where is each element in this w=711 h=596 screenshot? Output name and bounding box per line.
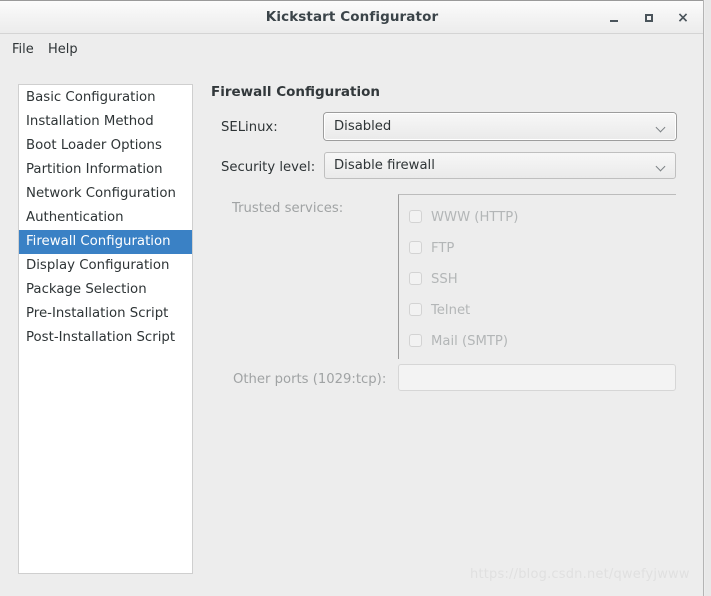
checkbox-row-ssh[interactable]: SSH: [409, 270, 458, 288]
sidebar-item-boot-loader-options[interactable]: Boot Loader Options: [19, 134, 192, 158]
close-button[interactable]: ×: [673, 9, 693, 27]
application-window: Kickstart Configurator × File Help Basic…: [0, 0, 704, 596]
chevron-down-icon: [657, 163, 666, 169]
sidebar-item-partition-information[interactable]: Partition Information: [19, 158, 192, 182]
checkbox-label: Telnet: [431, 302, 470, 320]
sidebar-item-installation-method[interactable]: Installation Method: [19, 110, 192, 134]
minimize-icon: [610, 20, 618, 22]
checkbox-row-www-http[interactable]: WWW (HTTP): [409, 208, 518, 226]
checkbox-row-mail-smtp[interactable]: Mail (SMTP): [409, 332, 508, 350]
checkbox-icon[interactable]: [409, 303, 422, 316]
sidebar-item-authentication[interactable]: Authentication: [19, 206, 192, 230]
close-icon: ×: [673, 9, 693, 27]
maximize-button[interactable]: [639, 9, 659, 27]
checkbox-icon[interactable]: [409, 210, 422, 223]
sidebar-item-firewall-configuration[interactable]: Firewall Configuration: [19, 230, 192, 254]
security-level-dropdown[interactable]: Disable firewall: [324, 152, 676, 179]
window-edge-shadow: [705, 0, 711, 596]
checkbox-icon[interactable]: [409, 334, 422, 347]
selinux-label: SELinux:: [221, 120, 278, 135]
page-title: Firewall Configuration: [211, 84, 380, 100]
sidebar-item-display-configuration[interactable]: Display Configuration: [19, 254, 192, 278]
sidebar-item-pre-installation-script[interactable]: Pre-Installation Script: [19, 302, 192, 326]
maximize-icon: [645, 14, 653, 22]
checkbox-row-telnet[interactable]: Telnet: [409, 301, 470, 319]
checkbox-row-ftp[interactable]: FTP: [409, 239, 454, 257]
sidebar-item-post-installation-script[interactable]: Post-Installation Script: [19, 326, 192, 350]
navigation-list[interactable]: Basic Configuration Installation Method …: [18, 84, 193, 574]
checkbox-label: SSH: [431, 271, 458, 289]
security-level-value: Disable firewall: [334, 153, 435, 179]
checkbox-label: FTP: [431, 240, 454, 258]
watermark-text: https://blog.csdn.net/qwefyjwww: [470, 567, 690, 582]
window-title: Kickstart Configurator: [0, 1, 704, 34]
menu-item-file[interactable]: File: [5, 34, 41, 66]
checkbox-label: Mail (SMTP): [431, 333, 508, 351]
security-level-label: Security level:: [221, 160, 315, 175]
sidebar-item-basic-configuration[interactable]: Basic Configuration: [19, 86, 192, 110]
menu-bar: File Help: [0, 34, 704, 66]
main-panel: Firewall Configuration SELinux: Disabled…: [211, 84, 691, 574]
minimize-button[interactable]: [604, 9, 624, 27]
other-ports-label: Other ports (1029:tcp):: [233, 372, 386, 387]
sidebar-item-network-configuration[interactable]: Network Configuration: [19, 182, 192, 206]
selinux-value: Disabled: [334, 114, 391, 140]
sidebar-item-package-selection[interactable]: Package Selection: [19, 278, 192, 302]
checkbox-icon[interactable]: [409, 272, 422, 285]
checkbox-icon[interactable]: [409, 241, 422, 254]
other-ports-input[interactable]: [398, 364, 676, 391]
trusted-services-group: WWW (HTTP) FTP SSH Telnet Mail (SMTP): [398, 194, 676, 359]
title-bar: Kickstart Configurator ×: [0, 0, 704, 34]
trusted-services-label: Trusted services:: [232, 201, 343, 216]
chevron-down-icon: [657, 124, 666, 130]
checkbox-label: WWW (HTTP): [431, 209, 518, 227]
menu-item-help[interactable]: Help: [41, 34, 85, 66]
selinux-dropdown[interactable]: Disabled: [324, 113, 676, 140]
